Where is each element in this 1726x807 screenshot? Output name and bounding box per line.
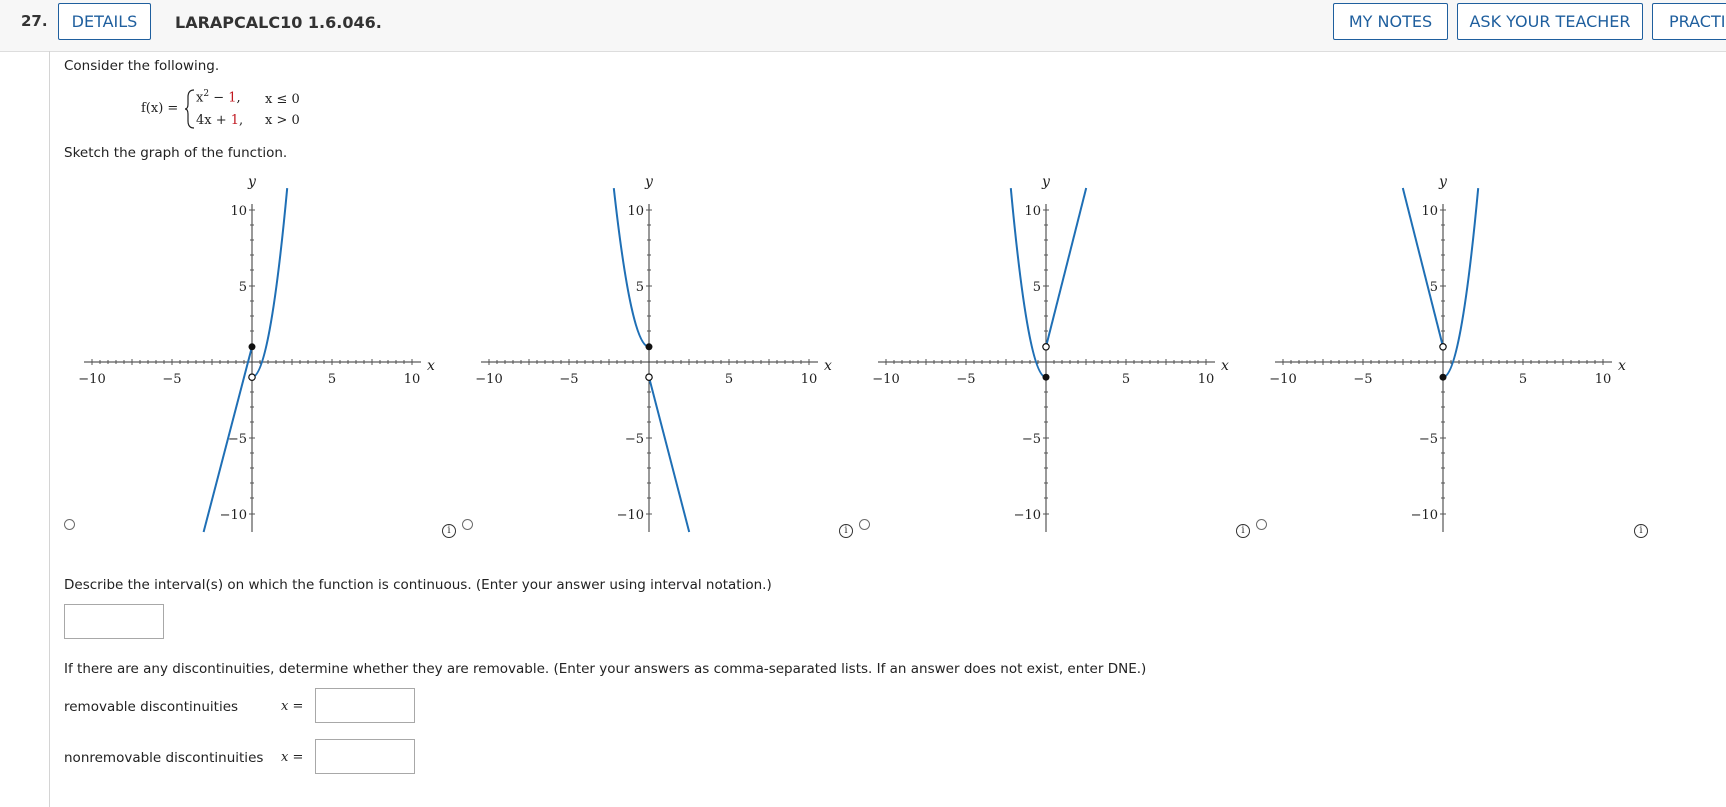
piece2-condition: x > 0 [265,113,300,128]
filled-endpoint-dot [248,343,256,351]
x-tick-label: 5 [1519,372,1527,387]
question-header: 27. DETAILS LARAPCALC10 1.6.046. MY NOTE… [0,0,1726,52]
nonremovable-answer-input[interactable] [315,739,415,774]
x-tick-label: −5 [162,372,181,387]
x-tick-label: 10 [1198,372,1215,387]
graph-option-2: −10 −5 5 10 10 5 −5 −10 x y [475,174,832,533]
discontinuities-prompt: If there are any discontinuities, determ… [64,661,1147,677]
x-tick-label: −10 [1269,372,1296,387]
piece1-expression: x2 − 1, [196,89,241,106]
filled-endpoint-dot [645,343,653,351]
x-tick-label: 5 [725,372,733,387]
open-endpoint-dot [1439,343,1447,351]
sketch-prompt: Sketch the graph of the function. [64,145,288,161]
x-tick-label: 10 [1595,372,1612,387]
y-tick-label: −10 [1014,508,1041,523]
y-tick-label: 10 [230,204,247,219]
graph-option-1-radio[interactable] [64,519,75,530]
y-tick-label: 5 [636,280,644,295]
nonremovable-label: nonremovable discontinuities [64,750,264,766]
y-tick-label: −5 [1419,432,1438,447]
graph-line-segment [648,376,691,533]
graph-line-segment [1045,187,1088,348]
y-tick-label: −5 [625,432,644,447]
y-axis-label: y [1438,174,1448,190]
x-axis-label: x [1221,358,1229,374]
y-axis [249,204,255,532]
y-tick-label: 10 [627,204,644,219]
graph-parabola-segment [1442,188,1480,379]
removable-label: removable discontinuities [64,699,239,715]
y-tick-label: −5 [228,432,247,447]
y-tick-label: 5 [1033,280,1041,295]
y-axis [1043,204,1049,532]
y-tick-label: 10 [1024,204,1041,219]
y-tick-label: 5 [1430,280,1438,295]
continuity-answer-input[interactable] [64,604,164,639]
y-tick-label: −5 [1022,432,1041,447]
x-axis-label: x [1618,358,1626,374]
x-tick-label: −10 [78,372,105,387]
continuity-prompt: Describe the interval(s) on which the fu… [64,577,772,593]
y-axis-label: y [1041,174,1051,190]
removable-x-equals: x = [281,699,304,714]
removable-answer-input[interactable] [315,688,415,723]
details-button[interactable]: DETAILS [58,3,151,40]
x-tick-label: 5 [1122,372,1130,387]
x-tick-label: −5 [559,372,578,387]
y-tick-label: −10 [1411,508,1438,523]
my-notes-button[interactable]: MY NOTES [1333,3,1448,40]
piecewise-brace [184,89,195,129]
graph-option-3: −10 −5 5 10 10 5 −5 −10 x y [872,174,1229,532]
info-icon[interactable]: i [442,524,456,538]
y-axis-label: y [247,174,257,190]
info-icon[interactable]: i [839,524,853,538]
x-axis-label: x [824,358,832,374]
x-axis-label: x [427,358,435,374]
info-icon[interactable]: i [1634,524,1648,538]
y-axis-label: y [644,174,654,190]
graph-option-2-radio[interactable] [462,519,473,530]
y-tick-label: −10 [617,508,644,523]
question-code: LARAPCALC10 1.6.046. [175,13,382,32]
nonremovable-x-equals: x = [281,750,304,765]
x-tick-label: −10 [872,372,899,387]
graph-option-1: −10 −5 5 10 10 5 −5 −10 x y [78,174,435,533]
y-tick-label: 5 [239,280,247,295]
x-tick-label: 10 [801,372,818,387]
question-number: 27. [21,12,48,30]
graph-parabola-segment [251,188,289,379]
y-tick-label: −10 [220,508,247,523]
x-tick-label: −5 [1353,372,1372,387]
open-endpoint-dot [1042,343,1050,351]
x-tick-label: −10 [475,372,502,387]
y-axis [1440,204,1446,532]
x-tick-label: 5 [328,372,336,387]
open-endpoint-dot [645,373,653,382]
info-icon[interactable]: i [1236,524,1250,538]
y-axis [646,204,652,532]
ask-your-teacher-button[interactable]: ASK YOUR TEACHER [1457,3,1643,40]
piece2-expression: 4x + 1, [196,113,244,128]
piece1-condition: x ≤ 0 [265,92,300,107]
graph-option-4-radio[interactable] [1256,519,1267,530]
intro-text: Consider the following. [64,58,220,74]
x-tick-label: 10 [404,372,421,387]
filled-endpoint-dot [1042,373,1050,381]
content-left-border [49,51,50,807]
x-tick-label: −5 [956,372,975,387]
function-name: f(x) = [141,101,179,116]
y-tick-label: 10 [1421,204,1438,219]
open-endpoint-dot [248,373,256,382]
practice-button[interactable]: PRACTI [1652,3,1726,40]
graph-option-3-radio[interactable] [859,519,870,530]
filled-endpoint-dot [1439,373,1447,381]
graph-option-4: −10 −5 5 10 10 5 −5 −10 x y [1269,174,1626,532]
